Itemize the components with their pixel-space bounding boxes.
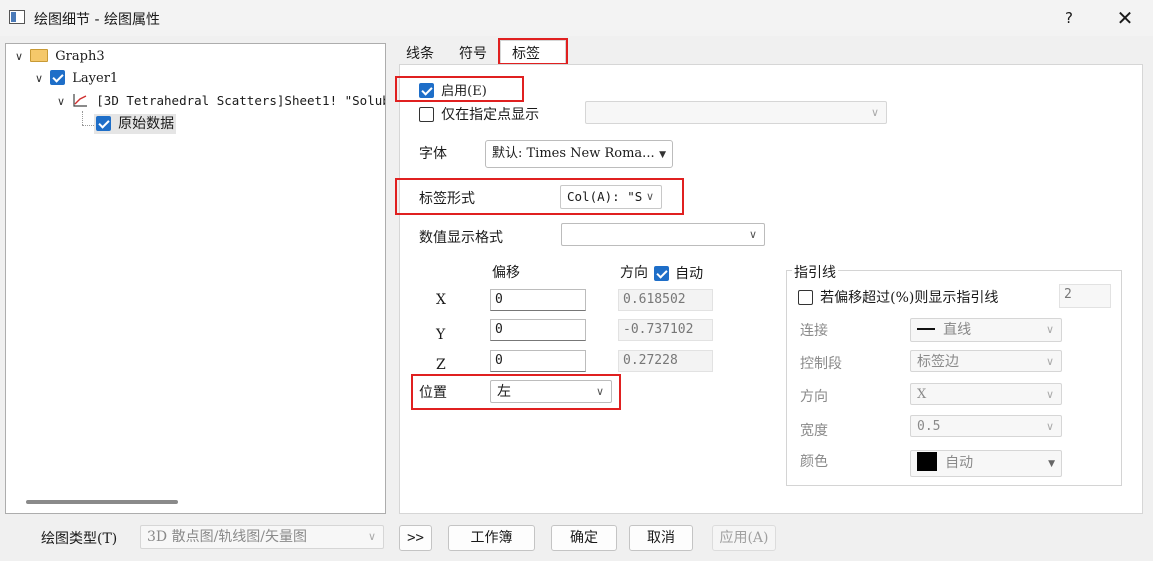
chevron-down-icon[interactable]: ∨: [12, 47, 26, 67]
number-format-label: 数值显示格式: [419, 230, 503, 246]
axis-z-label: Z: [436, 357, 446, 373]
color-swatch: [917, 452, 937, 471]
plot-type-label: 绘图类型(T): [41, 531, 118, 547]
font-label: 字体: [419, 146, 447, 162]
leader-show-label: 若偏移超过(%)则显示指引线: [820, 290, 999, 306]
specified-points-select[interactable]: ∨: [585, 101, 887, 124]
offset-header: 偏移: [492, 265, 520, 281]
plot-tree[interactable]: ∨ Graph3 ∨ Layer1 ∨ [3D Tetrahedral Scat…: [5, 43, 386, 514]
axis-y-label: Y: [436, 327, 446, 343]
expand-button[interactable]: >>: [399, 525, 432, 551]
leader-threshold-input[interactable]: 2: [1059, 284, 1111, 308]
highlight-box: [498, 38, 568, 65]
tab-symbol[interactable]: 符号: [459, 44, 487, 64]
leader-connect-select[interactable]: 直线 ∨: [910, 318, 1062, 342]
offset-x-input[interactable]: 0: [490, 289, 586, 311]
auto-checkbox[interactable]: [654, 266, 669, 281]
window-title: 绘图细节 - 绘图属性: [34, 12, 160, 28]
leader-control-value: 标签边: [917, 354, 959, 370]
tree-horizontal-scrollbar[interactable]: [26, 500, 178, 504]
title-bar: [0, 0, 1153, 36]
leader-direction-select[interactable]: X ∨: [910, 383, 1062, 405]
auto-checkbox-row[interactable]: 自动: [654, 263, 703, 283]
ok-button[interactable]: 确定: [551, 525, 617, 551]
data-checkbox[interactable]: [96, 116, 111, 131]
leader-width-label: 宽度: [800, 423, 828, 439]
direction-y-value: -0.737102: [618, 319, 713, 341]
font-value: 默认: Times New Roma...: [492, 146, 655, 161]
tree-item-label: [3D Tetrahedral Scatters]Sheet1! "Solubi: [96, 93, 386, 108]
tree-connector: [82, 111, 83, 125]
chevron-down-icon: ∨: [367, 530, 376, 543]
highlight-box: [395, 76, 524, 102]
chevron-down-icon: ∨: [1045, 355, 1054, 368]
tree-item-layer[interactable]: ∨ Layer1: [32, 69, 118, 89]
tree-item-label: Layer1: [72, 71, 119, 86]
highlight-box: [411, 374, 621, 410]
offset-y-input[interactable]: 0: [490, 319, 586, 341]
leader-connect-value: 直线: [943, 322, 972, 338]
axis-x-label: X: [436, 292, 446, 308]
leader-direction-value: X: [917, 387, 927, 402]
leader-width-value: 0.5: [917, 419, 941, 434]
show-specified-row[interactable]: 仅在指定点显示: [419, 104, 539, 124]
tree-item-original-data[interactable]: 原始数据: [94, 114, 177, 134]
cancel-button[interactable]: 取消: [629, 525, 693, 551]
leader-control-label: 控制段: [800, 356, 842, 372]
leader-group-title: 指引线: [792, 262, 838, 282]
direction-header: 方向: [620, 265, 648, 281]
folder-icon: [30, 49, 49, 62]
app-icon: [9, 10, 25, 24]
workbook-button[interactable]: 工作簿: [448, 525, 535, 551]
font-select[interactable]: 默认: Times New Roma... ▼: [485, 140, 673, 168]
leader-color-label: 颜色: [800, 454, 828, 470]
offset-z-input[interactable]: 0: [490, 350, 586, 372]
direction-z-value: 0.27228: [618, 350, 713, 372]
dropdown-triangle-icon: ▼: [1048, 459, 1055, 469]
highlight-box: [395, 178, 684, 215]
chevron-down-icon[interactable]: ∨: [54, 92, 68, 112]
leader-direction-label: 方向: [800, 389, 828, 405]
close-button[interactable]: ✕: [1110, 5, 1140, 31]
help-button[interactable]: ?: [1058, 7, 1080, 29]
dropdown-triangle-icon: ▼: [659, 150, 666, 160]
leader-width-select[interactable]: 0.5 ∨: [910, 415, 1062, 437]
tree-item-graph[interactable]: ∨ Graph3: [12, 47, 105, 67]
layer-checkbox[interactable]: [50, 70, 66, 85]
line-style-icon: [917, 328, 935, 330]
plot-type-value: 3D 散点图/轨线图/矢量图: [147, 529, 308, 545]
leader-show-row[interactable]: 若偏移超过(%)则显示指引线: [798, 287, 998, 307]
plot-type-select[interactable]: 3D 散点图/轨线图/矢量图 ∨: [140, 525, 384, 549]
tree-item-plot[interactable]: ∨ [3D Tetrahedral Scatters]Sheet1! "Solu…: [54, 91, 386, 112]
line-plot-icon: [73, 94, 88, 107]
number-format-select[interactable]: ∨: [561, 223, 765, 246]
chevron-down-icon: ∨: [1045, 420, 1054, 433]
apply-button[interactable]: 应用(A): [712, 525, 776, 551]
tab-line[interactable]: 线条: [406, 44, 434, 64]
chevron-down-icon: ∨: [748, 228, 757, 241]
show-specified-checkbox[interactable]: [419, 107, 434, 122]
leader-show-checkbox[interactable]: [798, 290, 813, 305]
tree-connector: [82, 125, 94, 126]
show-specified-label: 仅在指定点显示: [441, 107, 540, 123]
auto-label: 自动: [675, 266, 704, 282]
chevron-down-icon[interactable]: ∨: [32, 69, 46, 89]
tree-item-label: 原始数据: [118, 116, 175, 132]
leader-color-select[interactable]: 自动 ▼: [910, 450, 1062, 477]
chevron-down-icon: ∨: [1045, 388, 1054, 401]
tree-item-label: Graph3: [55, 49, 105, 64]
leader-connect-label: 连接: [800, 323, 828, 339]
leader-control-select[interactable]: 标签边 ∨: [910, 350, 1062, 372]
leader-color-value: 自动: [945, 455, 974, 471]
direction-x-value: 0.618502: [618, 289, 713, 311]
chevron-down-icon: ∨: [870, 106, 879, 119]
chevron-down-icon: ∨: [1045, 323, 1054, 336]
